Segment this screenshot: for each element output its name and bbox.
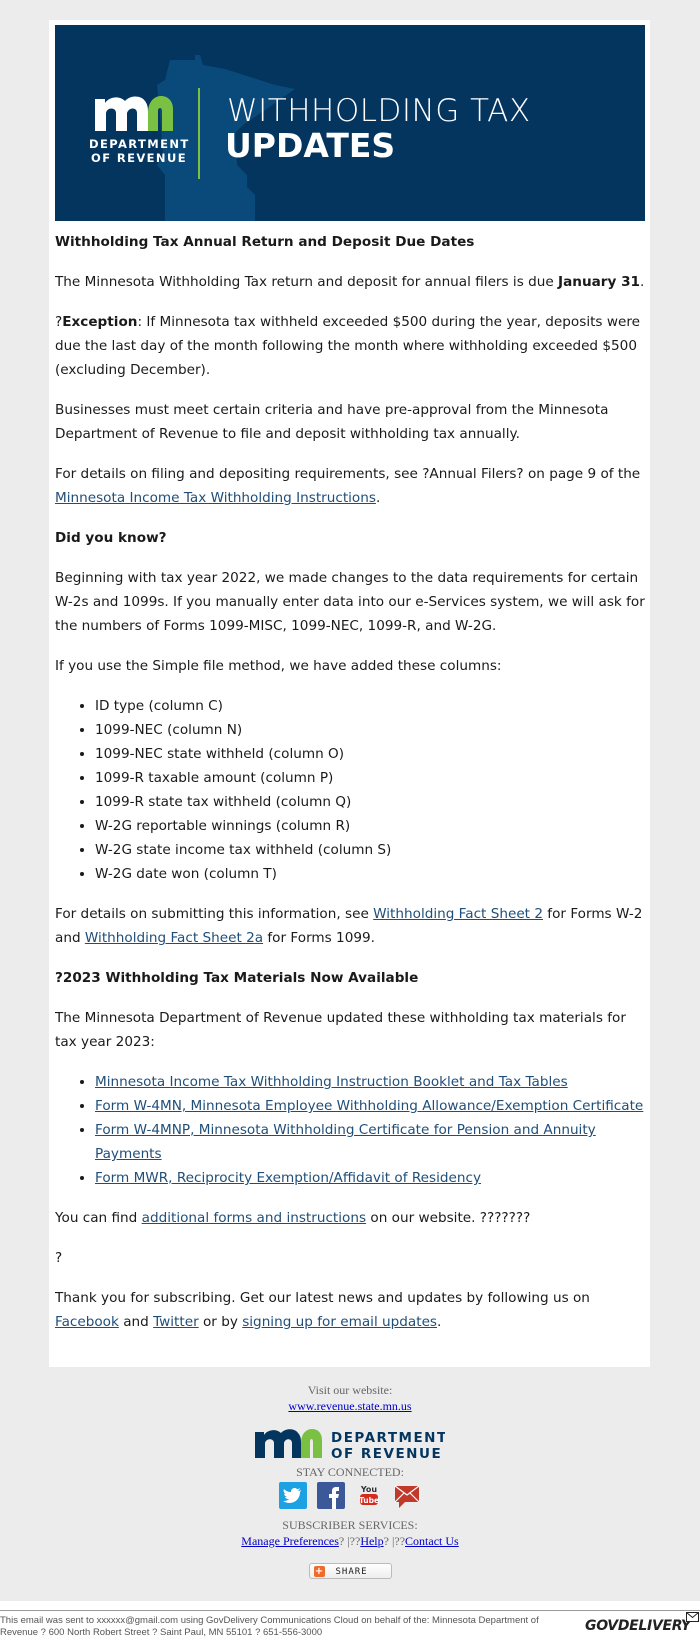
- facebook-icon[interactable]: [317, 1482, 345, 1509]
- website-link[interactable]: www.revenue.state.mn.us: [288, 1399, 411, 1413]
- text: The Minnesota Withholding Tax return and…: [55, 274, 559, 290]
- email-content: Withholding Tax Annual Return and Deposi…: [55, 230, 645, 1350]
- visit-label: Visit our website:: [307, 1383, 393, 1397]
- mn-logo-icon: DEPARTMENT OF REVENUE: [255, 1429, 445, 1460]
- svg-text:You: You: [360, 1485, 378, 1494]
- exception-paragraph: ?Exception: If Minnesota tax withheld ex…: [55, 310, 645, 382]
- list-item: W-2G state income tax withheld (column S…: [95, 838, 645, 862]
- text: on our website. ???????: [366, 1210, 531, 1226]
- share-label: SHARE: [335, 1567, 368, 1577]
- withholding-instructions-link[interactable]: Minnesota Income Tax Withholding Instruc…: [55, 490, 376, 506]
- list-item: 1099-NEC state withheld (column O): [95, 742, 645, 766]
- due-date-paragraph: The Minnesota Withholding Tax return and…: [55, 270, 645, 294]
- fact-sheet-2a-link[interactable]: Withholding Fact Sheet 2a: [85, 930, 263, 946]
- separator: ? |??: [383, 1534, 406, 1548]
- list-item: W-2G date won (column T): [95, 862, 645, 886]
- text: .: [640, 274, 645, 290]
- mn-logo-icon: [95, 96, 173, 131]
- social-icons: You Tube: [0, 1482, 700, 1509]
- dept-line-2: OF REVENUE: [91, 151, 187, 165]
- list-item: Form W-4MN, Minnesota Employee Withholdi…: [95, 1094, 645, 1118]
- materials-list: Minnesota Income Tax Withholding Instruc…: [55, 1070, 645, 1190]
- list-item: Form W-4MNP, Minnesota Withholding Certi…: [95, 1118, 645, 1166]
- banner-title-line-1: WITHHOLDING TAX: [227, 93, 531, 129]
- govdelivery-logo: GOVDELIVERY: [585, 1618, 691, 1634]
- text: For details on filing and depositing req…: [55, 466, 641, 482]
- email-icon[interactable]: [393, 1482, 421, 1509]
- department-label: DEPARTMENT OF REVENUE: [89, 137, 189, 165]
- details-paragraph: For details on filing and depositing req…: [55, 462, 645, 510]
- text: Thank you for subscribing. Get our lates…: [55, 1290, 590, 1306]
- additional-forms-link[interactable]: additional forms and instructions: [142, 1210, 366, 1226]
- legal-text: This email was sent to xxxxxx@gmail.com …: [0, 1615, 539, 1638]
- text: or by: [198, 1314, 243, 1330]
- list-item: 1099-R state tax withheld (column Q): [95, 790, 645, 814]
- legal-footer: This email was sent to xxxxxx@gmail.com …: [0, 1601, 700, 1652]
- list-item: ID type (column C): [95, 694, 645, 718]
- material-link[interactable]: Form W-4MNP, Minnesota Withholding Certi…: [95, 1122, 596, 1162]
- text: .: [437, 1314, 442, 1330]
- banner-title-line-2: UPDATES: [225, 126, 396, 165]
- exception-label: Exception: [62, 314, 138, 330]
- text: For details on submitting this informati…: [55, 906, 374, 922]
- svg-text:Tube: Tube: [359, 1496, 379, 1505]
- criteria-paragraph: Businesses must meet certain criteria an…: [55, 402, 609, 442]
- facebook-link[interactable]: Facebook: [55, 1314, 119, 1330]
- columns-list: ID type (column C) 1099-NEC (column N) 1…: [55, 694, 645, 886]
- banner-divider: [198, 88, 200, 179]
- list-item: Form MWR, Reciprocity Exemption/Affidavi…: [95, 1166, 645, 1190]
- subscriber-services-label: SUBSCRIBER SERVICES:: [282, 1518, 418, 1532]
- placeholder-paragraph: ?: [55, 1250, 63, 1266]
- footer-divider: [0, 1610, 700, 1611]
- signup-link[interactable]: signing up for email updates: [242, 1314, 437, 1330]
- thank-you-paragraph: Thank you for subscribing. Get our lates…: [55, 1286, 645, 1334]
- subscriber-links: Manage Preferences? |??Help? |??Contact …: [0, 1533, 700, 1549]
- stay-connected-label: STAY CONNECTED:: [296, 1465, 404, 1479]
- text: and: [118, 1314, 154, 1330]
- footer-logo: DEPARTMENT OF REVENUE: [255, 1428, 445, 1464]
- simple-file-paragraph: If you use the Simple file method, we ha…: [55, 658, 502, 674]
- text: for Forms 1099.: [263, 930, 375, 946]
- footer-dept-line-1: DEPARTMENT: [331, 1430, 445, 1446]
- section-heading-due-dates: Withholding Tax Annual Return and Deposi…: [55, 234, 475, 250]
- list-item: 1099-R taxable amount (column P): [95, 766, 645, 790]
- plus-icon: +: [313, 1566, 325, 1577]
- footer-dept-line-2: OF REVENUE: [331, 1446, 442, 1460]
- list-item: 1099-NEC (column N): [95, 718, 645, 742]
- contact-us-link[interactable]: Contact Us: [405, 1534, 459, 1548]
- additional-forms-paragraph: You can find additional forms and instru…: [55, 1206, 645, 1230]
- separator: ? |??: [338, 1534, 361, 1548]
- list-item: Minnesota Income Tax Withholding Instruc…: [95, 1070, 645, 1094]
- data-requirements-paragraph: Beginning with tax year 2022, we made ch…: [55, 570, 645, 634]
- dept-line-1: DEPARTMENT: [89, 137, 190, 151]
- email-body: DEPARTMENT OF REVENUE WITHHOLDING TAX UP…: [49, 20, 650, 1367]
- header-banner: DEPARTMENT OF REVENUE WITHHOLDING TAX UP…: [55, 25, 645, 221]
- email-footer: Visit our website: www.revenue.state.mn.…: [0, 1382, 700, 1583]
- text: : If Minnesota tax withheld exceeded $50…: [55, 314, 640, 378]
- list-item: W-2G reportable winnings (column R): [95, 814, 645, 838]
- material-link[interactable]: Form W-4MN, Minnesota Employee Withholdi…: [95, 1098, 643, 1114]
- help-link[interactable]: Help: [360, 1534, 383, 1548]
- section-heading-materials: ?2023 Withholding Tax Materials Now Avai…: [55, 970, 419, 986]
- share-button[interactable]: + SHARE: [308, 1563, 392, 1579]
- twitter-link[interactable]: Twitter: [153, 1314, 199, 1330]
- manage-preferences-link[interactable]: Manage Preferences: [241, 1534, 339, 1548]
- material-link[interactable]: Minnesota Income Tax Withholding Instruc…: [95, 1074, 568, 1090]
- text: You can find: [55, 1210, 142, 1226]
- youtube-icon[interactable]: You Tube: [355, 1482, 383, 1509]
- fact-sheet-paragraph: For details on submitting this informati…: [55, 902, 645, 950]
- section-heading-did-you-know: Did you know?: [55, 530, 167, 546]
- due-date: January 31: [558, 274, 641, 290]
- envelope-icon: [686, 1612, 699, 1622]
- material-link[interactable]: Form MWR, Reciprocity Exemption/Affidavi…: [95, 1170, 481, 1186]
- text: .: [375, 490, 381, 506]
- materials-paragraph: The Minnesota Department of Revenue upda…: [55, 1010, 626, 1050]
- fact-sheet-2-link[interactable]: Withholding Fact Sheet 2: [373, 906, 543, 922]
- twitter-icon[interactable]: [279, 1482, 307, 1509]
